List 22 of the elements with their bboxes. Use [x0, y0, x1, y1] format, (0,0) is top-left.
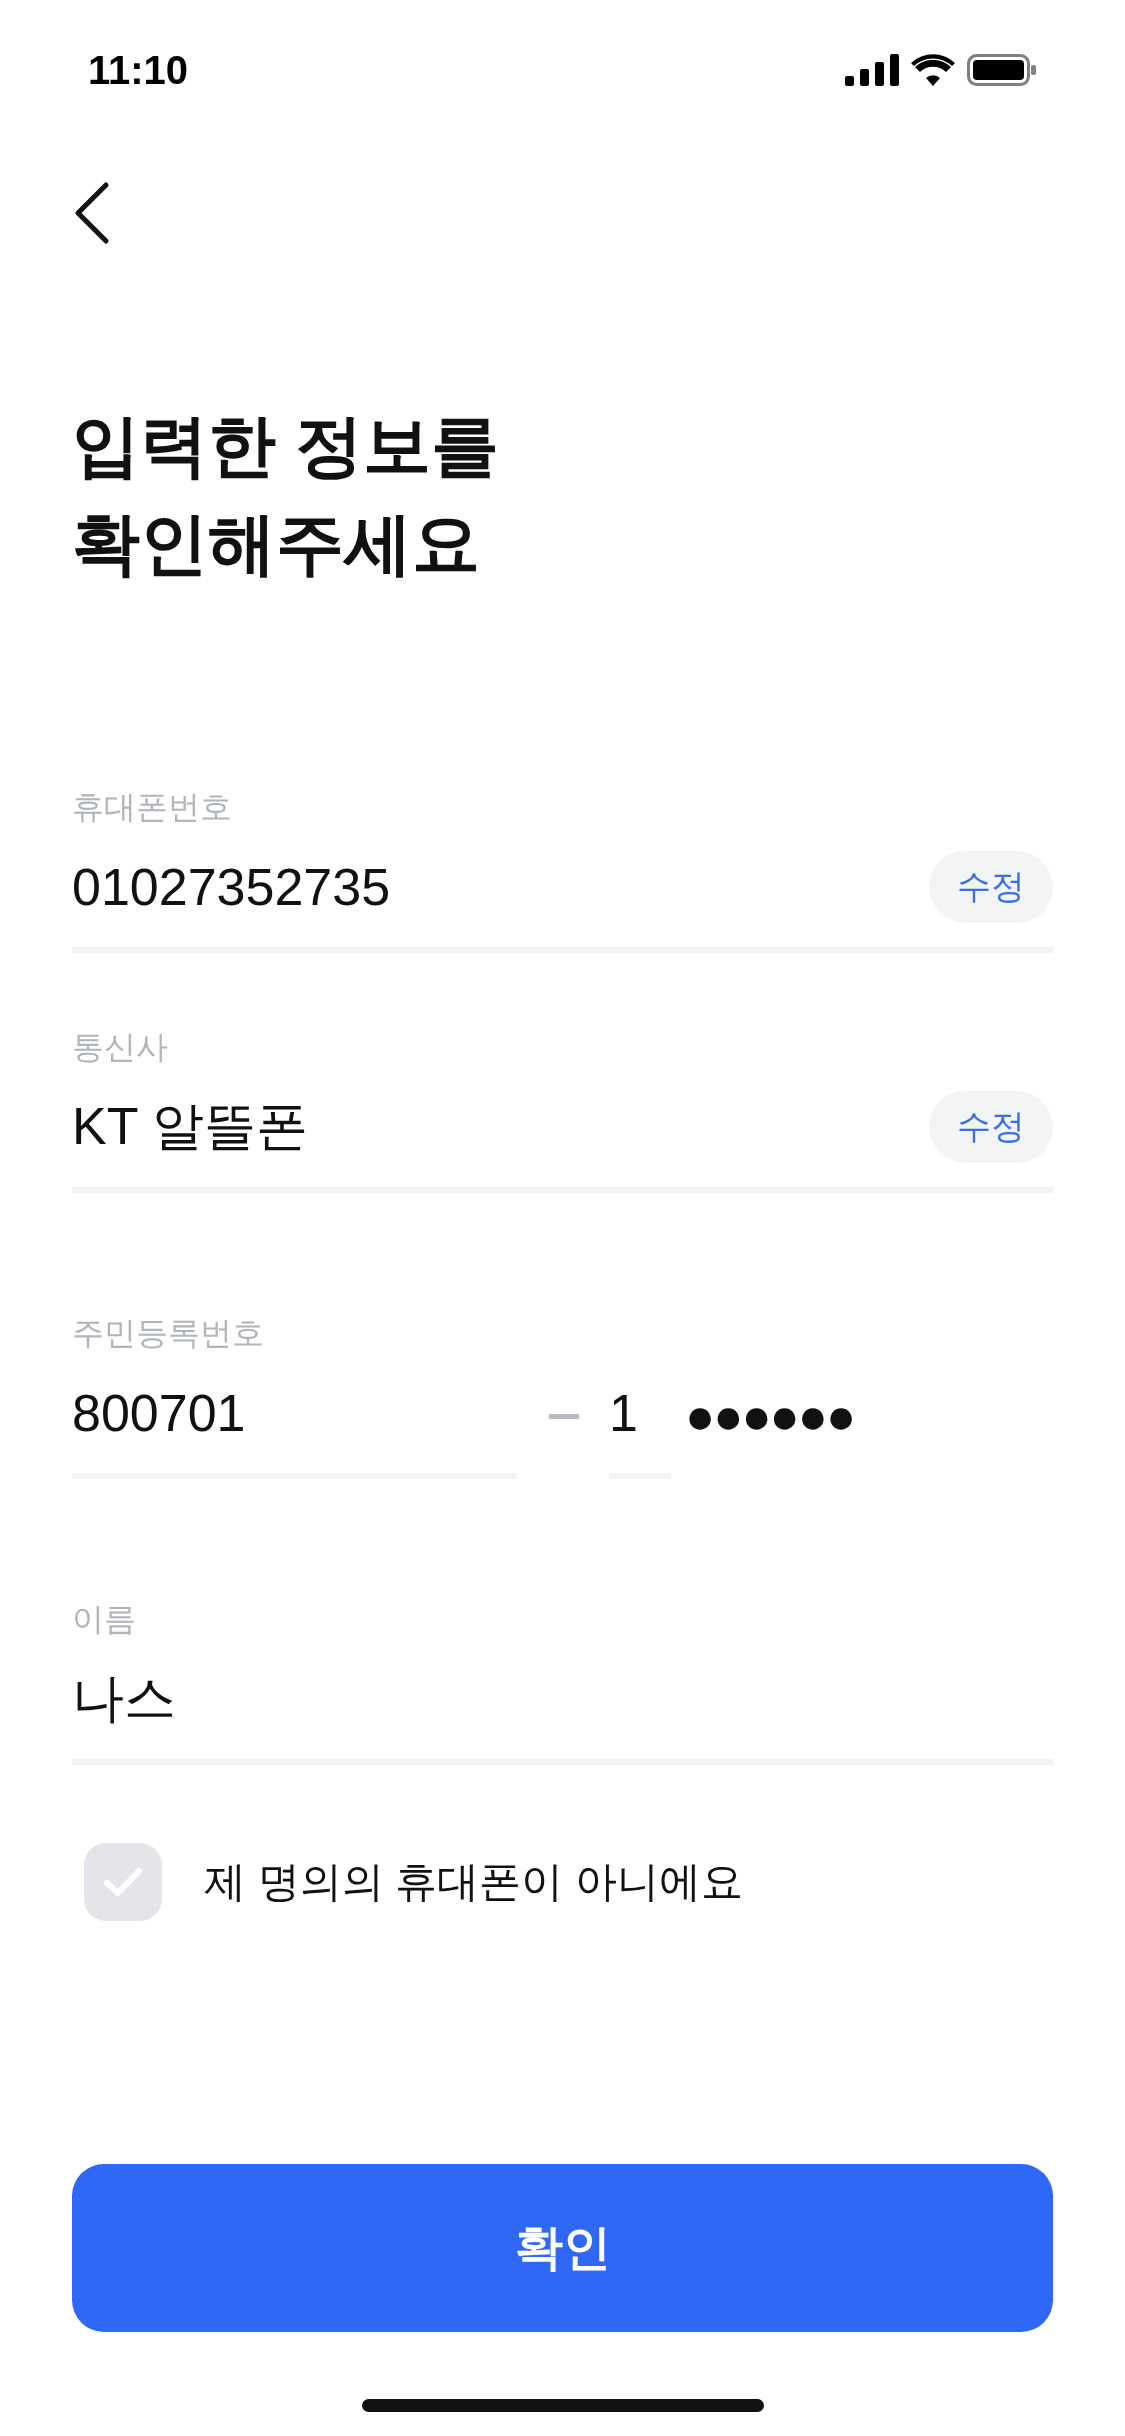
field-label: 주민등록번호 — [72, 1314, 265, 1353]
field-label: 통신사 — [72, 1028, 169, 1067]
field-label: 이름 — [72, 1600, 137, 1639]
input-field[interactable]: 1 — [609, 1353, 671, 1479]
check-icon — [103, 1867, 143, 1897]
input-field[interactable]: 나스 — [72, 1639, 1053, 1765]
input-field[interactable]: KT 알뜰폰 수정 — [72, 1067, 1053, 1193]
input-field[interactable]: 800701 — [72, 1353, 517, 1479]
signal-icon — [845, 54, 899, 86]
dash-icon — [549, 1413, 579, 1419]
confirm-button[interactable]: 확인 — [72, 2164, 1053, 2332]
edit-button[interactable]: 수정 — [929, 851, 1053, 923]
input-field[interactable]: 01027352735 수정 — [72, 827, 1053, 953]
wifi-icon — [911, 54, 955, 86]
field-label: 휴대폰번호 — [72, 788, 233, 827]
battery-icon — [967, 54, 1037, 86]
edit-button[interactable]: 수정 — [929, 1091, 1053, 1163]
masked-digits: ●●●●●● — [685, 1387, 855, 1445]
page-title: 입력한 정보를 확인해주세요 — [72, 406, 500, 583]
checkbox-label: 제 명의의 휴대폰이 아니에요 — [204, 1857, 743, 1907]
checkbox[interactable] — [84, 1843, 162, 1921]
status-time: 11:10 — [88, 47, 189, 93]
